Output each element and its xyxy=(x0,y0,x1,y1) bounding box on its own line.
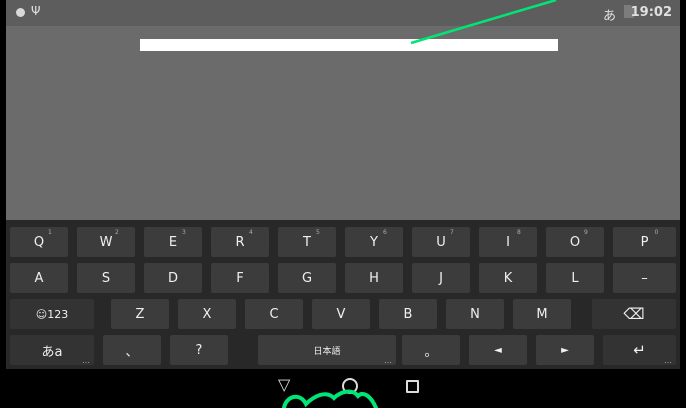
key-g[interactable]: G xyxy=(278,263,336,293)
key-o[interactable]: O9 xyxy=(546,227,604,257)
keyboard-row-2: A S D F G H J K L – xyxy=(6,263,680,293)
key-y[interactable]: Y6 xyxy=(345,227,403,257)
soft-keyboard: Q1 W2 E3 R4 T5 Y6 U7 I8 O9 P0 A S D F G … xyxy=(6,220,680,369)
more-dots-icon: … xyxy=(664,356,672,365)
key-v[interactable]: V xyxy=(312,299,370,329)
key-j[interactable]: J xyxy=(412,263,470,293)
key-r[interactable]: R4 xyxy=(211,227,269,257)
symbols-key[interactable]: ☺123 xyxy=(10,299,94,329)
enter-icon[interactable]: ↵… xyxy=(603,335,676,365)
ime-indicator: あ xyxy=(602,9,616,24)
home-icon[interactable] xyxy=(342,378,358,394)
key-comma[interactable]: 、 xyxy=(103,335,161,365)
key-w[interactable]: W2 xyxy=(77,227,135,257)
keyboard-row-3: ☺123 Z X C V B N M ⌫ xyxy=(6,299,680,329)
key-period[interactable]: 。 xyxy=(402,335,460,365)
key-question[interactable]: ? xyxy=(170,335,228,365)
key-t[interactable]: T5 xyxy=(278,227,336,257)
key-l[interactable]: L xyxy=(546,263,604,293)
key-s[interactable]: S xyxy=(77,263,135,293)
key-h[interactable]: H xyxy=(345,263,403,293)
left-arrow-icon[interactable]: ◄ xyxy=(469,335,527,365)
key-z[interactable]: Z xyxy=(111,299,169,329)
more-dots-icon: … xyxy=(82,356,90,365)
screen: Ψ あ 19:02 Q1 W2 E3 R4 T5 Y6 U7 I8 O9 P0 xyxy=(6,0,680,408)
clock: 19:02 xyxy=(630,5,672,20)
more-dots-icon: … xyxy=(384,356,392,365)
navigation-bar: ▽ xyxy=(6,369,680,408)
right-arrow-icon[interactable]: ► xyxy=(536,335,594,365)
keyboard-row-1: Q1 W2 E3 R4 T5 Y6 U7 I8 O9 P0 xyxy=(6,227,680,257)
status-bar: Ψ あ 19:02 xyxy=(6,0,680,26)
device-frame: Ψ あ 19:02 Q1 W2 E3 R4 T5 Y6 U7 I8 O9 P0 xyxy=(0,0,686,408)
key-b[interactable]: B xyxy=(379,299,437,329)
key-m[interactable]: M xyxy=(513,299,571,329)
text-input-field[interactable] xyxy=(140,39,558,51)
key-k[interactable]: K xyxy=(479,263,537,293)
key-a[interactable]: A xyxy=(10,263,68,293)
input-mode-key[interactable]: あa… xyxy=(10,335,94,365)
key-x[interactable]: X xyxy=(178,299,236,329)
backspace-icon[interactable]: ⌫ xyxy=(592,299,676,329)
key-c[interactable]: C xyxy=(245,299,303,329)
key-d[interactable]: D xyxy=(144,263,202,293)
space-key[interactable]: 日本語… xyxy=(258,335,396,365)
keyboard-row-4: あa… 、 ? 日本語… 。 ◄ ► ↵… xyxy=(6,335,680,365)
back-icon[interactable]: ▽ xyxy=(278,377,290,393)
key-i[interactable]: I8 xyxy=(479,227,537,257)
usb-icon: Ψ xyxy=(31,4,41,18)
key-u[interactable]: U7 xyxy=(412,227,470,257)
key-p[interactable]: P0 xyxy=(613,227,676,257)
recent-apps-icon[interactable] xyxy=(406,380,419,393)
key-f[interactable]: F xyxy=(211,263,269,293)
notification-dot-icon xyxy=(16,8,25,17)
key-q[interactable]: Q1 xyxy=(10,227,68,257)
key-e[interactable]: E3 xyxy=(144,227,202,257)
key-dash[interactable]: – xyxy=(613,263,676,293)
key-n[interactable]: N xyxy=(446,299,504,329)
